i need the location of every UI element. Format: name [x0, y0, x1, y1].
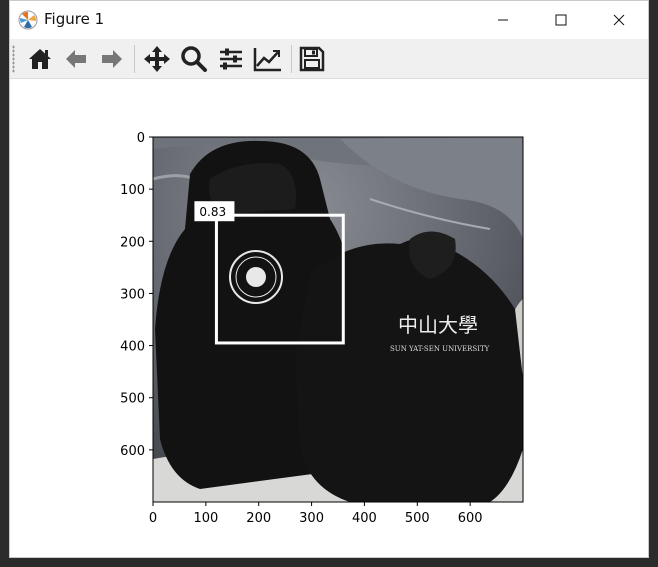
y-axis: 0 100 200 300 400 500 600 — [120, 131, 153, 459]
sliders-icon — [220, 48, 242, 70]
y-tick-label: 300 — [120, 287, 145, 302]
x-tick-label: 300 — [299, 511, 324, 526]
move-icon — [144, 46, 170, 72]
ide-background-right — [648, 0, 658, 567]
subplots-button[interactable] — [215, 43, 247, 75]
y-tick-label: 200 — [120, 235, 145, 250]
close-button[interactable] — [596, 1, 642, 39]
customize-button[interactable] — [252, 43, 284, 75]
hoodie-print-text: SUN YAT-SEN UNIVERSITY — [390, 345, 490, 353]
x-tick-label: 100 — [193, 511, 218, 526]
x-tick-label: 200 — [246, 511, 271, 526]
back-button[interactable] — [60, 43, 92, 75]
toolbar-grip[interactable] — [12, 45, 15, 73]
pan-button[interactable] — [141, 43, 173, 75]
y-tick-label: 100 — [120, 183, 145, 198]
arrow-right-icon — [102, 50, 122, 68]
y-tick-label: 400 — [120, 340, 145, 355]
maximize-icon — [555, 14, 567, 26]
minimize-button[interactable] — [480, 1, 526, 39]
x-tick-label: 400 — [352, 511, 377, 526]
plot-area: 中山大學 SUN YAT-SEN UNIVERSITY 0.83 0 100 200… — [120, 131, 524, 526]
zoom-icon — [181, 46, 207, 72]
figure-canvas[interactable]: 中山大學 SUN YAT-SEN UNIVERSITY 0.83 0 100 200… — [10, 79, 648, 557]
hoodie-photo: 中山大學 SUN YAT-SEN UNIVERSITY — [153, 137, 523, 502]
x-axis: 0 100 200 300 400 500 600 — [149, 502, 483, 526]
close-icon — [613, 14, 625, 26]
x-tick-label: 600 — [458, 511, 483, 526]
y-tick-label: 600 — [120, 444, 145, 459]
hoodie-print-characters: 中山大學 — [398, 313, 478, 337]
arrow-left-icon — [66, 50, 86, 68]
x-tick-label: 0 — [149, 511, 157, 526]
window-title: Figure 1 — [44, 10, 105, 28]
x-tick-label: 500 — [405, 511, 430, 526]
toolbar-separator — [134, 45, 135, 73]
maximize-button[interactable] — [538, 1, 584, 39]
ide-background-bottom — [0, 557, 658, 567]
toolbar-separator — [291, 45, 292, 73]
home-icon — [29, 49, 51, 69]
y-tick-label: 500 — [120, 392, 145, 407]
zoom-button[interactable] — [178, 43, 210, 75]
y-tick-label: 0 — [137, 131, 145, 146]
home-button[interactable] — [24, 43, 56, 75]
title-bar[interactable]: Figure 1 — [10, 1, 648, 39]
navigation-toolbar — [10, 39, 648, 79]
minimize-icon — [498, 19, 508, 21]
forward-button[interactable] — [96, 43, 128, 75]
chart-line-icon — [253, 48, 281, 72]
detection-score-label: 0.83 — [199, 205, 226, 219]
floppy-disk-icon — [299, 46, 325, 72]
save-button[interactable] — [296, 43, 328, 75]
matplotlib-logo-icon — [18, 10, 38, 30]
figure-window: Figure 1 中山大學 SUN YAT-SEN UNIVERSITY 0.8… — [9, 0, 649, 558]
